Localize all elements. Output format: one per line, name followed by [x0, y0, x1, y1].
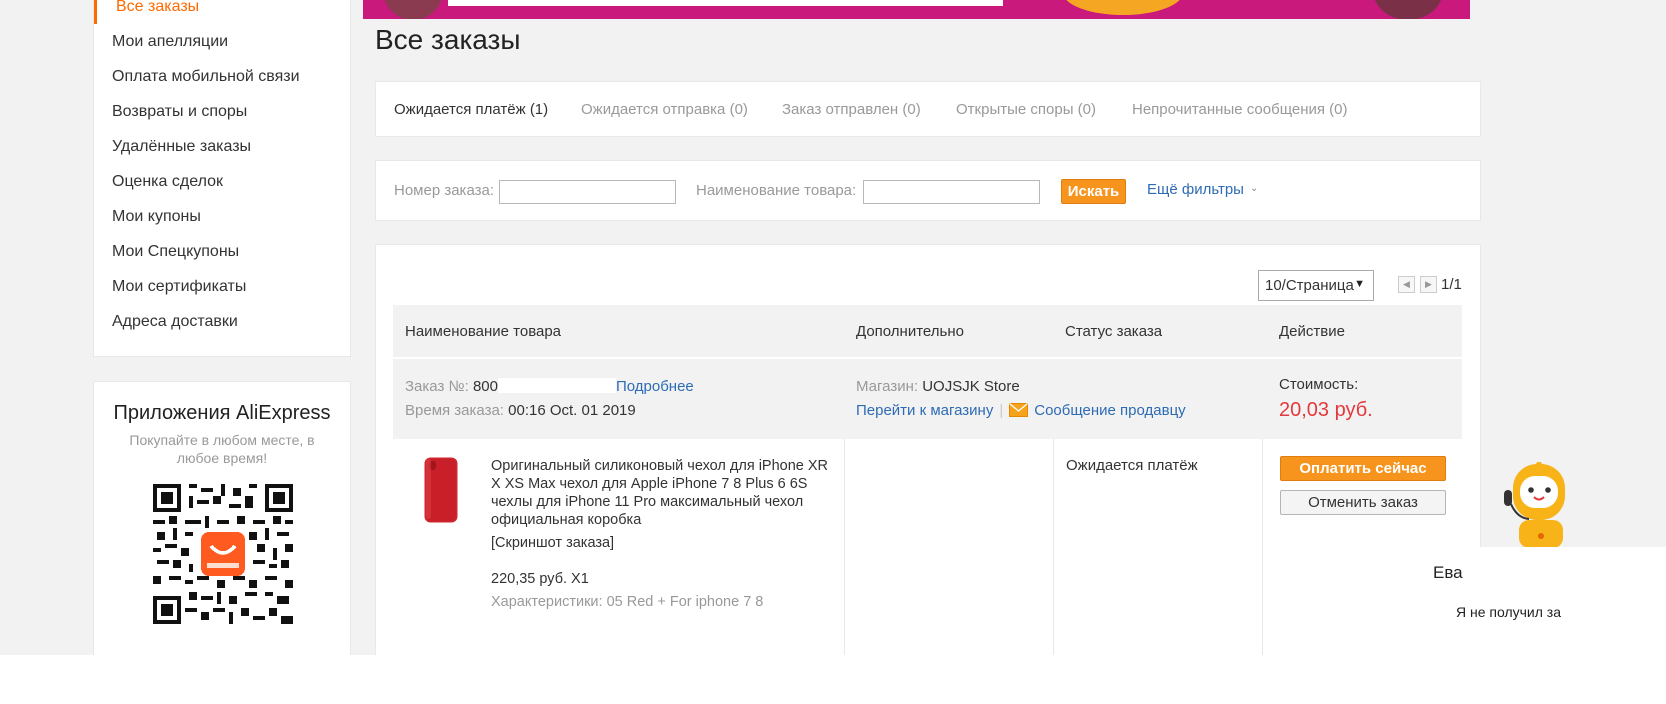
tab-unread-messages[interactable]: Непрочитанные сообщения (0) — [1132, 101, 1348, 118]
prev-page-icon[interactable]: ◀ — [1398, 276, 1415, 293]
sidebar-item-all-orders[interactable]: Все заказы — [116, 0, 199, 16]
column-divider — [844, 439, 845, 655]
sidebar-item-addresses[interactable]: Адреса доставки — [112, 313, 238, 331]
product-price: 220,35 руб. X1 — [491, 571, 589, 587]
pay-now-button[interactable]: Оплатить сейчас — [1280, 456, 1446, 481]
message-seller-link[interactable]: Сообщение продавцу — [1034, 402, 1185, 419]
more-filters-label: Ещё фильтры — [1147, 181, 1244, 198]
order-status-tabs: Ожидается платёж (1) Ожидается отправка … — [375, 81, 1481, 137]
chat-bot-icon[interactable] — [1503, 462, 1573, 548]
chevron-down-icon: ⌄ — [1249, 183, 1259, 194]
more-filters-link[interactable]: Ещё фильтры ⌄ — [1147, 181, 1258, 198]
sidebar-item-returns-disputes[interactable]: Возвраты и споры — [112, 103, 247, 121]
header-order-status: Статус заказа — [1065, 323, 1163, 340]
sidebar-item-certificates[interactable]: Мои сертификаты — [112, 278, 246, 296]
cancel-order-button[interactable]: Отменить заказ — [1280, 490, 1446, 515]
sidebar-item-feedback[interactable]: Оценка сделок — [112, 173, 223, 191]
tab-awaiting-payment[interactable]: Ожидается платёж (1) — [394, 101, 548, 118]
page-title: Все заказы — [375, 24, 521, 55]
order-time: Время заказа: 00:16 Oct. 01 2019 — [405, 402, 636, 419]
order-cost: 20,03 руб. — [1279, 399, 1373, 421]
apps-title: Приложения AliExpress — [113, 402, 331, 424]
order-number: Заказ №: 800 Подробнее — [405, 378, 694, 395]
tab-shipped[interactable]: Заказ отправлен (0) — [782, 101, 921, 118]
product-properties: Характеристики: 05 Red + For iphone 7 8 — [491, 594, 764, 610]
column-divider — [1053, 439, 1054, 655]
per-page-value: 10/Страница — [1265, 277, 1354, 294]
tab-open-disputes[interactable]: Открытые споры (0) — [956, 101, 1096, 118]
promo-banner[interactable] — [363, 0, 1470, 19]
tab-awaiting-shipment[interactable]: Ожидается отправка (0) — [581, 101, 748, 118]
qr-code-icon — [153, 484, 293, 624]
order-number-label: Номер заказа: — [394, 182, 495, 199]
chat-message-preview[interactable]: Я не получил за — [1456, 604, 1561, 620]
order-details-link[interactable]: Подробнее — [616, 378, 694, 395]
table-header: Наименование товара Дополнительно Статус… — [393, 305, 1462, 357]
order-screenshot-link[interactable]: [Скриншот заказа] — [491, 535, 614, 551]
header-action: Действие — [1279, 323, 1345, 340]
apps-subtitle: Покупайте в любом месте, в любое время! — [129, 432, 315, 466]
page-count: 1/1 — [1441, 276, 1462, 293]
product-title-link[interactable]: Оригинальный силиконовый чехол для iPhon… — [491, 457, 841, 529]
next-page-icon[interactable]: ▶ — [1420, 276, 1437, 293]
apps-promo: Приложения AliExpress Покупайте в любом … — [93, 381, 351, 655]
order-number-input[interactable] — [499, 180, 676, 204]
store-actions: Перейти к магазину | Сообщение продавцу — [856, 402, 1186, 419]
product-name-input[interactable] — [863, 180, 1040, 204]
column-divider — [1262, 439, 1263, 655]
sidebar-menu: Все заказы Мои апелляции Оплата мобильно… — [93, 0, 351, 357]
sidebar-item-special-coupons[interactable]: Мои Спецкупоны — [112, 243, 239, 261]
search-button[interactable]: Искать — [1061, 179, 1126, 204]
chat-agent-name: Ева — [1433, 563, 1463, 582]
order-header: Заказ №: 800 Подробнее Время заказа: 00:1… — [393, 359, 1462, 439]
header-additional: Дополнительно — [856, 323, 964, 340]
store-name: UOJSJK Store — [922, 378, 1020, 395]
product-thumbnail[interactable] — [424, 457, 458, 523]
per-page-select[interactable]: 10/Страница ▼ — [1258, 270, 1374, 301]
go-to-store-link[interactable]: Перейти к магазину — [856, 402, 993, 419]
order-status: Ожидается платёж — [1066, 457, 1198, 474]
redacted-order-id — [497, 378, 616, 393]
cost-label: Стоимость: — [1279, 376, 1359, 393]
product-name-label: Наименование товара: — [696, 182, 857, 199]
header-product-name: Наименование товара — [405, 323, 562, 340]
active-indicator — [94, 0, 97, 24]
envelope-icon — [1009, 403, 1029, 417]
sidebar-item-appeals[interactable]: Мои апелляции — [112, 33, 228, 51]
dropdown-arrow-icon: ▼ — [1354, 278, 1365, 290]
chat-panel[interactable]: Ева Я не получил за — [1296, 547, 1666, 655]
sidebar-item-coupons[interactable]: Мои купоны — [112, 208, 201, 226]
sidebar-item-mobile-payment[interactable]: Оплата мобильной связи — [112, 68, 300, 86]
sidebar-item-deleted-orders[interactable]: Удалённые заказы — [112, 138, 251, 156]
search-filters: Номер заказа: Наименование товара: Искат… — [375, 160, 1481, 221]
store-info: Магазин: UOJSJK Store — [856, 378, 1020, 395]
